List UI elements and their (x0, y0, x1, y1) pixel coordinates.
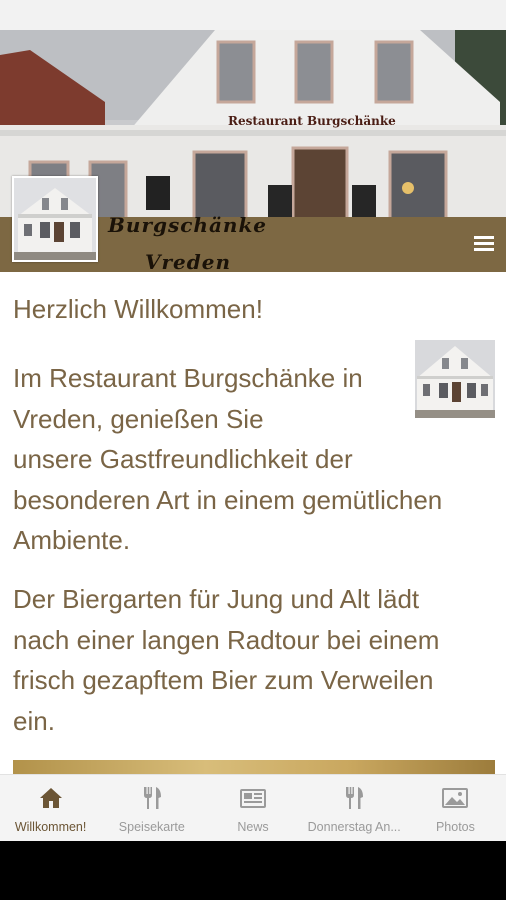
brand-location: Vreden (145, 250, 232, 274)
system-navigation-bar (0, 841, 506, 900)
beergarden-paragraph: Der Biergarten für Jung und Alt lädt nac… (13, 579, 503, 741)
page-title: Herzlich Willkommen! (13, 294, 263, 324)
logo-thumbnail[interactable] (12, 176, 98, 262)
intro-line: Im Restaurant Burgschänke in (13, 363, 363, 393)
nav-item-donnerstag[interactable]: Donnerstag An... (304, 775, 405, 841)
bottom-navigation: Willkommen! Speisekarte News Donnerstag … (0, 774, 506, 841)
newspaper-icon (240, 789, 266, 808)
beergarden-line: nach einer langen Radtour bei einem (13, 624, 440, 655)
intro-paragraph: Im Restaurant Burgschänke in Vreden, gen… (13, 358, 503, 561)
home-icon (39, 788, 62, 808)
intro-line: besonderen Art in einem gemütlichen (13, 484, 443, 515)
beergarden-line: frisch gezapftem Bier zum Verweilen (13, 665, 434, 695)
brand-name: Burgschänke (108, 213, 268, 237)
photo-icon (442, 788, 469, 808)
nav-item-willkommen[interactable]: Willkommen! (0, 775, 101, 841)
nav-label: News (237, 820, 269, 834)
beergarden-line: Der Biergarten für Jung und Alt lädt (13, 584, 420, 614)
nav-label: Donnerstag An... (307, 820, 401, 834)
nav-label: Photos (435, 820, 475, 834)
status-bar (0, 0, 506, 30)
main-content: Herzlich Willkommen! Im Restaurant Burgs… (0, 272, 506, 774)
cutlery-icon (143, 787, 161, 809)
nav-item-news[interactable]: News (202, 775, 303, 841)
nav-item-photos[interactable]: Photos (405, 775, 506, 841)
intro-line: Vreden, genießen Sie (13, 403, 264, 434)
gallery-image-preview (13, 760, 495, 774)
facade-sign: Restaurant Burgschänke (228, 114, 396, 128)
nav-label: Speisekarte (118, 820, 185, 834)
intro-line: Ambiente. (13, 525, 131, 555)
nav-item-speisekarte[interactable]: Speisekarte (101, 775, 202, 841)
cutlery-icon (346, 787, 364, 809)
nav-label: Willkommen! (14, 820, 87, 834)
hamburger-menu-icon[interactable] (474, 236, 494, 252)
intro-line: unsere Gastfreundlichkeit der (13, 444, 353, 474)
beergarden-line: ein. (13, 705, 55, 736)
